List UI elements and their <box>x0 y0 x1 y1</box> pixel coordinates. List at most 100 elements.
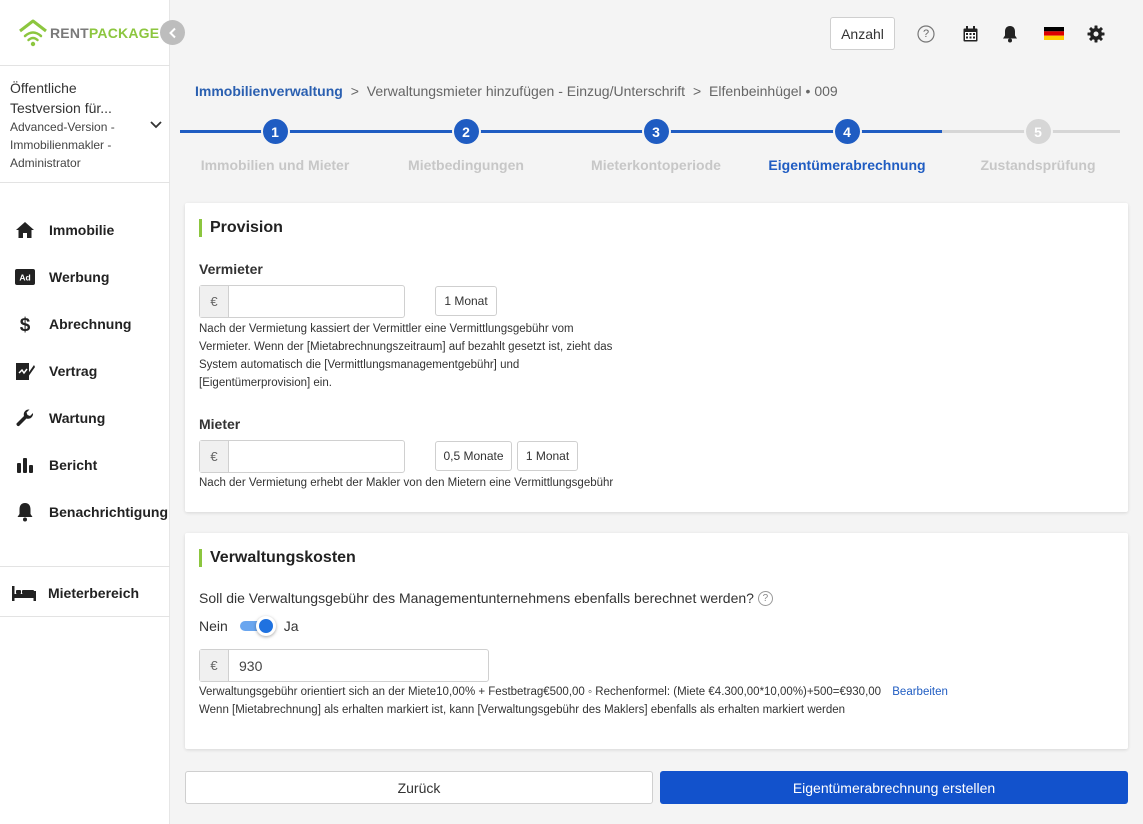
management-fee-toggle[interactable] <box>239 616 276 636</box>
landlord-1-month-button[interactable]: 1 Monat <box>435 286 497 316</box>
step-label: Immobilien und Mieter <box>200 157 350 173</box>
tenant-commission-value[interactable] <box>229 441 404 472</box>
breadcrumb-separator: > <box>692 83 702 99</box>
bed-icon <box>12 583 36 603</box>
management-fee-card: Verwaltungskosten Soll die Verwaltungsge… <box>185 533 1128 749</box>
step-number: 5 <box>1023 117 1053 146</box>
create-owner-statement-button[interactable]: Eigentümerabrechnung erstellen <box>660 771 1128 804</box>
sidebar-item-label: Bericht <box>49 456 98 473</box>
management-fee-input[interactable]: € 930 <box>199 649 489 682</box>
dollar-icon: $ <box>14 314 36 334</box>
breadcrumb-current: Elfenbeinhügel • 009 <box>709 83 838 99</box>
step-1[interactable]: 1 Immobilien und Mieter <box>180 117 370 173</box>
currency-prefix: € <box>200 286 229 317</box>
logo[interactable]: RENTPACKAGE <box>18 18 159 48</box>
management-fee-formula: Verwaltungsgebühr orientiert sich an der… <box>199 686 948 698</box>
sidebar-divider <box>0 65 170 66</box>
account-role: Administrator <box>10 156 81 170</box>
account-name-line1: Öffentliche <box>10 80 77 96</box>
tenant-commission-input[interactable]: € <box>199 440 405 473</box>
toggle-knob <box>255 616 276 636</box>
chevron-down-icon[interactable] <box>148 116 164 132</box>
chevron-left-icon <box>168 27 176 38</box>
management-fee-value[interactable]: 930 <box>229 650 488 681</box>
step-number: 3 <box>641 117 671 146</box>
step-label: Zustandsprüfung <box>980 157 1096 173</box>
notification-bell-icon[interactable] <box>1000 24 1020 44</box>
account-switcher[interactable]: Öffentliche Testversion für... Advanced-… <box>10 78 162 172</box>
currency-prefix: € <box>200 650 229 681</box>
step-5[interactable]: 5 Zustandsprüfung <box>943 117 1133 173</box>
step-4[interactable]: 4 Eigentümerabrechnung <box>752 117 942 173</box>
sidebar-item-bericht[interactable]: Bericht <box>0 441 170 488</box>
step-number: 1 <box>260 117 290 146</box>
sidebar-divider <box>0 182 170 183</box>
breadcrumb: Immobilienverwaltung > Verwaltungsmieter… <box>195 83 838 99</box>
svg-text:$: $ <box>20 315 31 334</box>
progress-stepper: 1 Immobilien und Mieter 2 Mietbedingunge… <box>180 117 1120 181</box>
ad-icon: Ad <box>14 267 36 287</box>
step-2[interactable]: 2 Mietbedingungen <box>371 117 561 173</box>
anzahl-button[interactable]: Anzahl <box>830 17 895 50</box>
sidebar-item-vertrag[interactable]: Vertrag <box>0 347 170 394</box>
logo-text-rent: RENT <box>50 25 89 41</box>
management-fee-formula-text: Verwaltungsgebühr orientiert sich an der… <box>199 686 882 698</box>
management-fee-question-text: Soll die Verwaltungsgebühr des Managemen… <box>199 590 754 606</box>
account-name-line2: Testversion für... <box>10 100 112 116</box>
sidebar-item-werbung[interactable]: Ad Werbung <box>0 253 170 300</box>
management-fee-title: Verwaltungskosten <box>199 549 356 567</box>
provision-title: Provision <box>199 219 283 237</box>
help-text-line: Vermieter. Wenn der [Mietabrechnungszeit… <box>199 341 613 353</box>
sidebar-item-immobilie[interactable]: Immobilie <box>0 206 170 253</box>
tenant-label: Mieter <box>199 416 241 432</box>
wrench-icon <box>14 408 36 428</box>
question-icon[interactable]: ? <box>757 590 773 606</box>
sidebar-item-mieterbereich[interactable]: Mieterbereich <box>0 570 170 616</box>
sidebar-nav: Immobilie Ad Werbung $ Abrechnung Vertra… <box>0 206 170 535</box>
step-number: 4 <box>832 117 862 146</box>
landlord-commission-value[interactable] <box>229 286 404 317</box>
tenant-half-month-button[interactable]: 0,5 Monate <box>435 441 512 471</box>
calendar-icon[interactable] <box>960 24 980 44</box>
toggle-yes-label: Ja <box>283 618 299 634</box>
toggle-no-label: Nein <box>199 618 228 634</box>
sidebar-item-label: Benachrichtigung <box>49 503 169 520</box>
top-bar: Anzahl ? <box>170 0 1143 66</box>
collapse-sidebar-button[interactable] <box>160 20 185 45</box>
logo-wifi-house-icon <box>18 19 48 47</box>
sidebar-divider <box>0 566 170 567</box>
management-fee-question: Soll die Verwaltungsgebühr des Managemen… <box>199 590 773 606</box>
step-label: Mietbedingungen <box>408 157 524 173</box>
account-plan-line1: Advanced-Version - <box>10 120 115 134</box>
edit-formula-link[interactable]: Bearbeiten <box>892 686 948 698</box>
help-text-line: [Eigentümerprovision] ein. <box>199 377 332 389</box>
breadcrumb-root-link[interactable]: Immobilienverwaltung <box>195 83 343 99</box>
sidebar-item-label: Wartung <box>49 409 106 426</box>
help-text-line: System automatisch die [Vermittlungsmana… <box>199 359 520 371</box>
help-text-line: Nach der Vermietung kassiert der Vermitt… <box>199 323 574 335</box>
management-fee-toggle-row: Nein Ja <box>199 616 299 636</box>
step-label: Eigentümerabrechnung <box>768 157 926 173</box>
german-flag-icon[interactable] <box>1043 26 1065 40</box>
landlord-commission-input[interactable]: € <box>199 285 405 318</box>
landlord-label: Vermieter <box>199 261 263 277</box>
breadcrumb-separator: > <box>350 83 359 99</box>
sidebar-item-wartung[interactable]: Wartung <box>0 394 170 441</box>
svg-text:Ad: Ad <box>19 272 30 282</box>
contract-icon <box>14 361 36 381</box>
landlord-help-text: Nach der Vermietung kassiert der Vermitt… <box>199 320 612 392</box>
step-label: Mieterkontoperiode <box>591 157 721 173</box>
tenant-help-text: Nach der Vermietung erhebt der Makler vo… <box>199 477 614 489</box>
sidebar-item-abrechnung[interactable]: $ Abrechnung <box>0 300 170 347</box>
step-3[interactable]: 3 Mieterkontoperiode <box>561 117 751 173</box>
account-plan-line2: Immobilienmakler - <box>10 138 112 152</box>
sidebar-item-benachrichtigung[interactable]: Benachrichtigung <box>0 488 170 535</box>
sidebar-divider <box>0 616 170 617</box>
gear-icon[interactable] <box>1086 24 1106 44</box>
sidebar-item-label: Vertrag <box>49 362 98 379</box>
sidebar-item-label: Mieterbereich <box>48 585 140 601</box>
tenant-1-month-button[interactable]: 1 Monat <box>517 441 578 471</box>
back-button[interactable]: Zurück <box>185 771 653 804</box>
help-icon[interactable]: ? <box>916 24 936 44</box>
logo-text-package: PACKAGE <box>88 25 160 41</box>
